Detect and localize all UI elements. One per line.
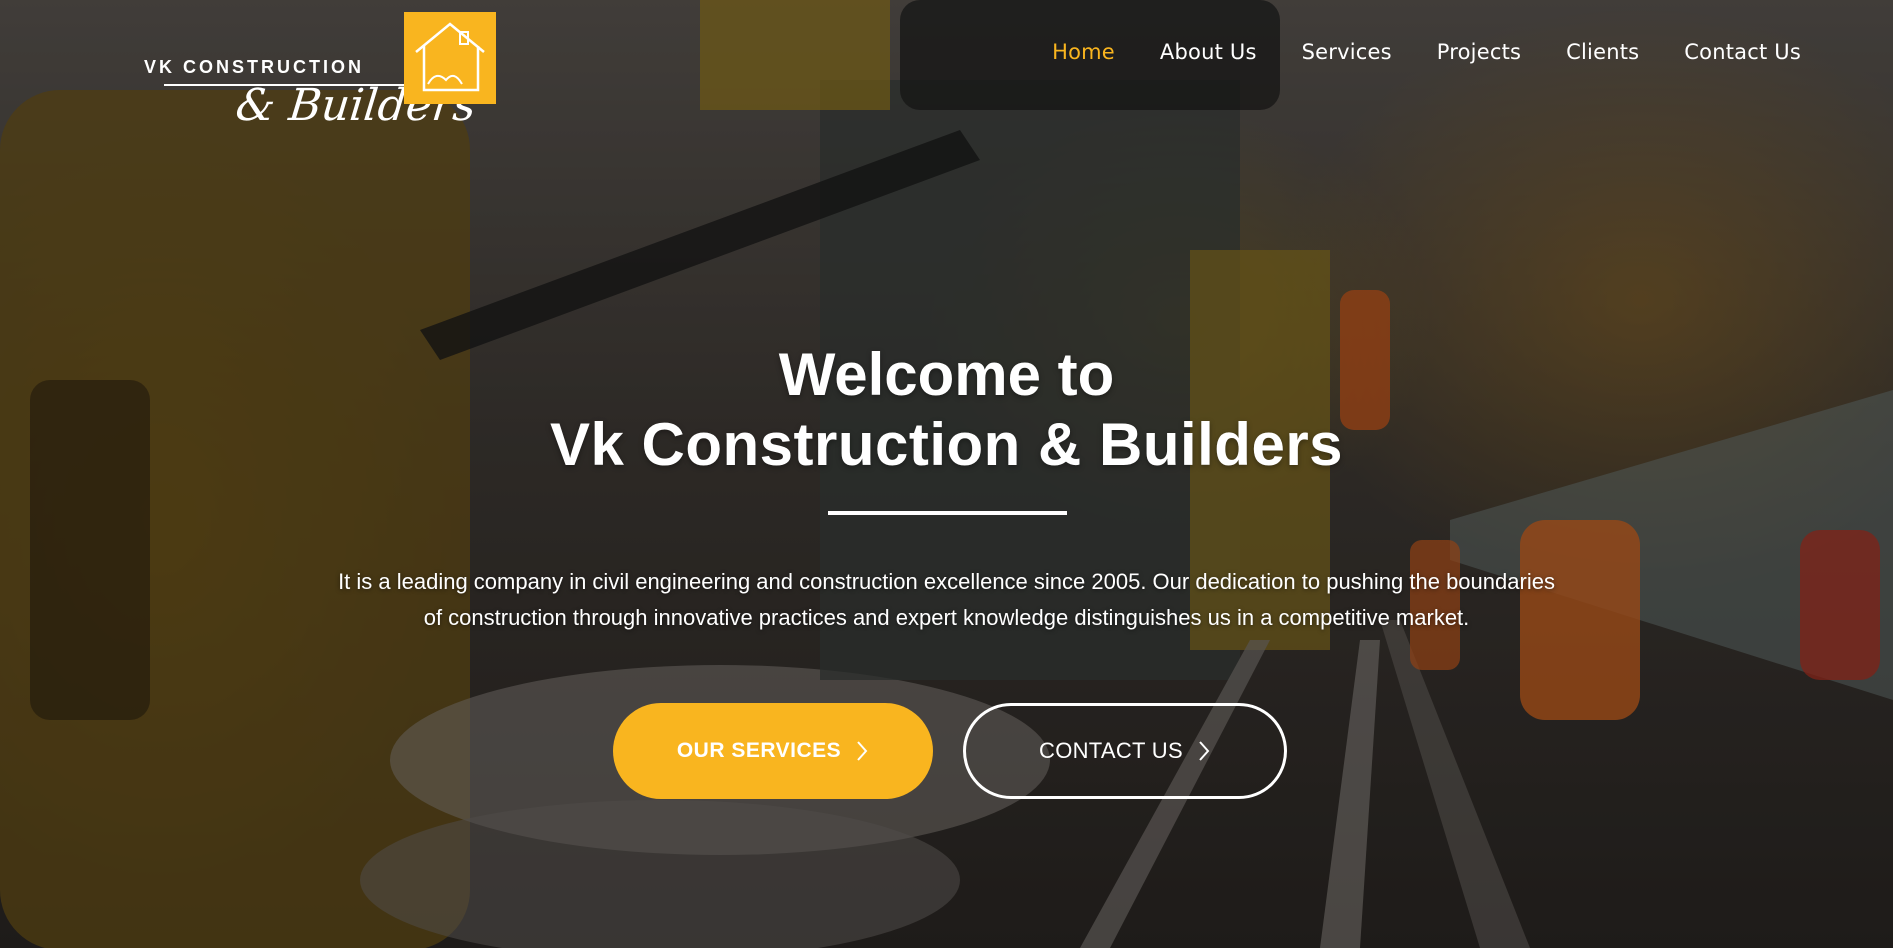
- nav-contact-us[interactable]: Contact Us: [1684, 40, 1801, 64]
- nav-services[interactable]: Services: [1302, 40, 1392, 64]
- contact-us-label: CONTACT US: [1039, 738, 1183, 763]
- hero-description: It is a leading company in civil enginee…: [338, 569, 1555, 630]
- hero-title-line2: Vk Construction & Builders: [549, 411, 1344, 478]
- nav-clients[interactable]: Clients: [1566, 40, 1639, 64]
- brand-name: VK CONSTRUCTION: [144, 57, 364, 77]
- nav-projects[interactable]: Projects: [1437, 40, 1521, 64]
- nav-home[interactable]: Home: [1052, 40, 1115, 64]
- our-services-button[interactable]: OUR SERVICES: [613, 703, 933, 799]
- our-services-label: OUR SERVICES: [676, 739, 842, 762]
- nav-about-us[interactable]: About Us: [1160, 40, 1257, 64]
- contact-us-button[interactable]: CONTACT US: [963, 703, 1287, 799]
- brand-logo[interactable]: VK CONSTRUCTION & Builders: [140, 12, 500, 137]
- house-outline-icon: [404, 12, 496, 104]
- chevron-right-icon: [1199, 741, 1210, 761]
- hero-title-line1: Welcome to: [778, 341, 1115, 408]
- main-nav: Home About Us Services Projects Clients …: [1052, 40, 1801, 64]
- hero-divider: [828, 511, 1067, 515]
- hero-section: VK CONSTRUCTION & Builders Home About Us…: [0, 0, 1893, 948]
- chevron-right-icon: [857, 741, 868, 761]
